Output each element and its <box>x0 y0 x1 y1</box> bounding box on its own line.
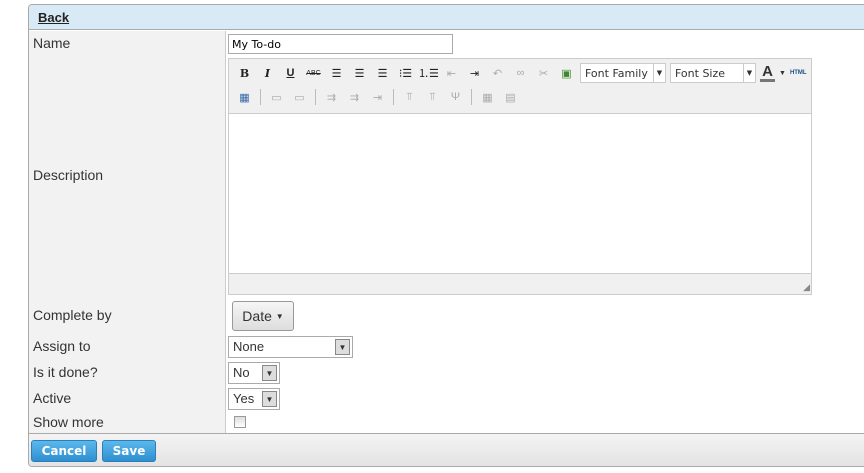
chevron-down-icon: ▼ <box>743 64 755 82</box>
font-size-select[interactable]: Font Size ▼ <box>670 63 756 83</box>
insert-row-before-icon[interactable]: ⇉ <box>322 88 341 106</box>
cancel-button[interactable]: Cancel <box>31 440 97 462</box>
save-button[interactable]: Save <box>102 440 156 462</box>
insert-col-after-icon[interactable]: ⫪ <box>423 88 442 106</box>
name-row: Name <box>29 31 864 56</box>
active-value: Yes <box>233 391 255 406</box>
delete-col-icon[interactable]: Ψ <box>446 88 465 106</box>
italic-icon[interactable]: I <box>258 64 277 82</box>
outdent-icon[interactable]: ⇤ <box>442 64 461 82</box>
date-button[interactable]: Date ▼ <box>232 301 294 331</box>
assign-to-label: Assign to <box>29 333 226 359</box>
back-link[interactable]: Back <box>38 10 69 25</box>
complete-by-row: Complete by Date ▼ <box>29 297 864 333</box>
chevron-down-icon: ▼ <box>262 365 277 381</box>
toolbar-row-2: ▦ ▭ ▭ ⇉ ⇉ ⇥ ⫪ ⫪ Ψ ▦ ▤ <box>229 85 811 109</box>
font-family-select[interactable]: Font Family ▼ <box>580 63 666 83</box>
form-footer: Cancel Save <box>29 433 864 466</box>
font-family-value: Font Family <box>585 67 648 80</box>
assign-to-row: Assign to None ▼ <box>29 333 864 359</box>
description-row: Description B I U ABC ☰ ☰ ☰ ⁝☰ ⒈☰ ⇤ ⇥ ↶ … <box>29 56 864 297</box>
cell-props-icon[interactable]: ▭ <box>290 88 309 106</box>
done-row: Is it done? No ▼ <box>29 359 864 385</box>
description-textarea[interactable] <box>229 113 811 274</box>
row-props-icon[interactable]: ▭ <box>267 88 286 106</box>
show-more-label: Show more <box>29 411 226 433</box>
insert-col-before-icon[interactable]: ⫪ <box>400 88 419 106</box>
split-cells-icon[interactable]: ▦ <box>478 88 497 106</box>
active-label: Active <box>29 385 226 411</box>
numbered-list-icon[interactable]: ⒈☰ <box>418 64 439 82</box>
strikethrough-icon[interactable]: ABC <box>304 64 323 82</box>
merge-cells-icon[interactable]: ▤ <box>501 88 520 106</box>
active-row: Active Yes ▼ <box>29 385 864 411</box>
name-input[interactable] <box>228 34 453 54</box>
chevron-down-icon: ▼ <box>335 339 350 355</box>
name-label: Name <box>29 31 226 56</box>
undo-icon[interactable]: ↶ <box>488 64 507 82</box>
chevron-down-icon[interactable]: ▼ <box>779 70 786 77</box>
align-center-icon[interactable]: ☰ <box>350 64 369 82</box>
underline-icon[interactable]: U <box>281 64 300 82</box>
link-icon[interactable]: ∞ <box>511 64 530 82</box>
date-button-label: Date <box>242 308 272 324</box>
html-source-button[interactable]: HTML <box>790 70 807 76</box>
rich-text-editor: B I U ABC ☰ ☰ ☰ ⁝☰ ⒈☰ ⇤ ⇥ ↶ ∞ ✂ ▣ Font F… <box>228 58 812 295</box>
panel-header: Back <box>29 5 864 30</box>
delete-row-icon[interactable]: ⇥ <box>368 88 387 106</box>
insert-row-after-icon[interactable]: ⇉ <box>345 88 364 106</box>
image-icon[interactable]: ▣ <box>557 64 576 82</box>
done-select[interactable]: No ▼ <box>228 362 280 384</box>
done-value: No <box>233 365 250 380</box>
table-edit-icon[interactable]: ▦ <box>235 88 254 106</box>
align-right-icon[interactable]: ☰ <box>373 64 392 82</box>
assign-to-value: None <box>233 339 265 354</box>
assign-to-select[interactable]: None ▼ <box>228 336 353 358</box>
active-select[interactable]: Yes ▼ <box>228 388 280 410</box>
show-more-row: Show more <box>29 411 864 433</box>
chevron-down-icon: ▼ <box>653 64 665 82</box>
resize-handle-icon[interactable]: ◢ <box>803 282 810 293</box>
todo-form-panel: Back Name Description B I U ABC ☰ ☰ ☰ ⁝☰… <box>28 4 864 467</box>
indent-icon[interactable]: ⇥ <box>465 64 484 82</box>
font-size-value: Font Size <box>675 67 726 80</box>
chevron-down-icon: ▼ <box>262 391 277 407</box>
toolbar-row-1: B I U ABC ☰ ☰ ☰ ⁝☰ ⒈☰ ⇤ ⇥ ↶ ∞ ✂ ▣ Font F… <box>229 61 811 85</box>
done-label: Is it done? <box>29 359 226 385</box>
align-left-icon[interactable]: ☰ <box>327 64 346 82</box>
text-color-icon[interactable]: A <box>760 63 775 82</box>
bullet-list-icon[interactable]: ⁝☰ <box>396 64 415 82</box>
bold-icon[interactable]: B <box>235 64 254 82</box>
unlink-icon[interactable]: ✂ <box>534 64 553 82</box>
complete-by-label: Complete by <box>29 297 226 333</box>
description-label: Description <box>29 56 226 297</box>
caret-down-icon: ▼ <box>275 311 284 321</box>
show-more-checkbox[interactable] <box>234 416 246 428</box>
